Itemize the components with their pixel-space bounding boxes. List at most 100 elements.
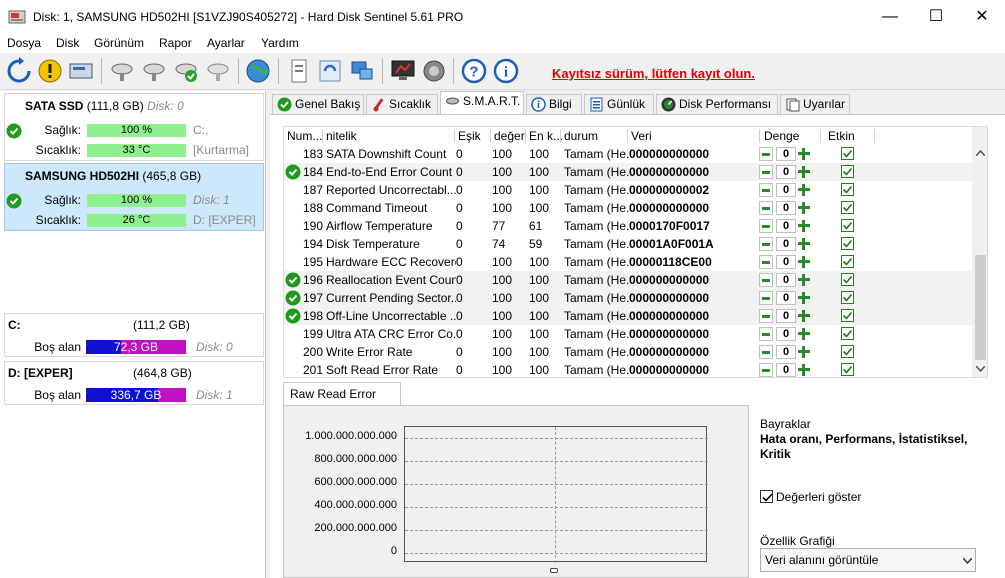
scroll-up-icon[interactable] — [976, 150, 985, 156]
tab-genel-bakis[interactable]: Genel Bakış — [272, 94, 364, 115]
globe-icon[interactable] — [244, 57, 272, 85]
report-icon[interactable] — [285, 57, 313, 85]
balance-value[interactable]: 0 — [776, 363, 796, 377]
enabled-checkbox[interactable] — [841, 147, 854, 160]
balance-value[interactable]: 0 — [776, 219, 796, 233]
scrollbar-thumb[interactable] — [975, 255, 986, 360]
col-header-attribute[interactable]: nitelik — [326, 129, 357, 143]
menu-disk[interactable]: Disk — [56, 36, 79, 50]
balance-decrease-button[interactable] — [759, 147, 773, 161]
table-row[interactable]: 184 End-to-End Error Count 0 100 100 Tamam (H… — [284, 163, 972, 181]
col-header-threshold[interactable]: Eşik — [458, 129, 481, 143]
balance-value[interactable]: 0 — [776, 237, 796, 251]
tab-disk-performansi[interactable]: Disk Performansı — [656, 94, 778, 115]
disk-ok-icon[interactable] — [172, 57, 200, 85]
table-row[interactable]: 196 Reallocation Event Count 0 100 100 Tamam … — [284, 271, 972, 289]
table-row[interactable]: 201 Soft Read Error Rate 0 100 100 Tamam (He.… — [284, 361, 972, 377]
balance-value[interactable]: 0 — [776, 327, 796, 341]
enabled-checkbox[interactable] — [841, 273, 854, 286]
help-icon[interactable]: ? — [460, 57, 488, 85]
balance-value[interactable]: 0 — [776, 147, 796, 161]
balance-value[interactable]: 0 — [776, 255, 796, 269]
col-header-status[interactable]: durum — [564, 129, 598, 143]
balance-increase-button[interactable] — [797, 345, 811, 359]
balance-increase-button[interactable] — [797, 219, 811, 233]
show-values-checkbox[interactable] — [760, 490, 773, 503]
balance-decrease-button[interactable] — [759, 219, 773, 233]
balance-increase-button[interactable] — [797, 201, 811, 215]
balance-decrease-button[interactable] — [759, 273, 773, 287]
tab-bilgi[interactable]: Bilgi — [526, 94, 582, 115]
balance-decrease-button[interactable] — [759, 255, 773, 269]
balance-increase-button[interactable] — [797, 309, 811, 323]
sound-icon[interactable] — [420, 57, 448, 85]
disk-settings-icon[interactable] — [204, 57, 232, 85]
refresh-icon[interactable] — [5, 57, 33, 85]
table-row[interactable]: 198 Off-Line Uncorrectable ... 0 100 100 Tama… — [284, 307, 972, 325]
col-header-enabled[interactable]: Etkin — [828, 129, 855, 143]
alert-icon[interactable] — [36, 57, 64, 85]
balance-decrease-button[interactable] — [759, 201, 773, 215]
table-row[interactable]: 197 Current Pending Sector... 0 100 100 Tamam… — [284, 289, 972, 307]
balance-decrease-button[interactable] — [759, 309, 773, 323]
tab-uyarilar[interactable]: Uyarılar — [780, 94, 850, 115]
info-icon[interactable]: i — [492, 57, 520, 85]
balance-value[interactable]: 0 — [776, 291, 796, 305]
balance-increase-button[interactable] — [797, 237, 811, 251]
registration-warning-link[interactable]: Kayıtsız sürüm, lütfen kayıt olun. — [552, 66, 755, 81]
balance-increase-button[interactable] — [797, 183, 811, 197]
col-header-number[interactable]: Num... — [287, 129, 322, 143]
enabled-checkbox[interactable] — [841, 327, 854, 340]
tab-gunluk[interactable]: Günlük — [584, 94, 654, 115]
balance-value[interactable]: 0 — [776, 309, 796, 323]
disk-info-icon[interactable] — [67, 57, 95, 85]
balance-decrease-button[interactable] — [759, 345, 773, 359]
balance-decrease-button[interactable] — [759, 237, 773, 251]
tab-sicaklik[interactable]: Sıcaklık — [366, 94, 438, 115]
table-row[interactable]: 199 Ultra ATA CRC Error Co... 0 100 100 Tamam… — [284, 325, 972, 343]
col-header-worst[interactable]: En k... — [529, 129, 563, 143]
sync-icon[interactable] — [316, 57, 344, 85]
menu-gorunum[interactable]: Görünüm — [94, 36, 144, 50]
close-button[interactable]: ✕ — [959, 0, 1005, 34]
balance-increase-button[interactable] — [797, 147, 811, 161]
enabled-checkbox[interactable] — [841, 255, 854, 268]
table-scrollbar[interactable] — [972, 127, 987, 377]
disk-card-1[interactable]: SAMSUNG HD502HI (465,8 GB) Sağlık: 100 %… — [4, 163, 264, 231]
enabled-checkbox[interactable] — [841, 201, 854, 214]
menu-yardim[interactable]: Yardım — [261, 36, 299, 50]
enabled-checkbox[interactable] — [841, 309, 854, 322]
enabled-checkbox[interactable] — [841, 219, 854, 232]
balance-value[interactable]: 0 — [776, 183, 796, 197]
volume-card-c[interactable]: C: (111,2 GB) Boş alan 72,3 GB Disk: 0 — [4, 313, 264, 357]
table-row[interactable]: 187 Reported Uncorrectabl... 0 100 100 Tamam … — [284, 181, 972, 199]
menu-dosya[interactable]: Dosya — [7, 36, 41, 50]
table-row[interactable]: 188 Command Timeout 0 100 100 Tamam (He... 000… — [284, 199, 972, 217]
maximize-button[interactable]: ☐ — [913, 0, 959, 34]
table-row[interactable]: 200 Write Error Rate 0 100 100 Tamam (He... 00… — [284, 343, 972, 361]
balance-increase-button[interactable] — [797, 327, 811, 341]
balance-decrease-button[interactable] — [759, 183, 773, 197]
enabled-checkbox[interactable] — [841, 165, 854, 178]
table-row[interactable]: 195 Hardware ECC Recovered 0 100 100 Tamam (H… — [284, 253, 972, 271]
volume-card-d[interactable]: D: [EXPER] (464,8 GB) Boş alan 336,7 GB … — [4, 361, 264, 405]
enabled-checkbox[interactable] — [841, 291, 854, 304]
show-values-label[interactable]: Değerleri göster — [776, 490, 861, 504]
graph-mode-select[interactable]: Veri alanını görüntüle — [760, 548, 976, 572]
disk-card-0[interactable]: SATA SSD (111,8 GB) Disk: 0 Sağlık: 100 … — [4, 93, 264, 161]
balance-value[interactable]: 0 — [776, 273, 796, 287]
balance-value[interactable]: 0 — [776, 165, 796, 179]
balance-decrease-button[interactable] — [759, 363, 773, 377]
monitor-icon[interactable] — [389, 57, 417, 85]
enabled-checkbox[interactable] — [841, 363, 854, 376]
col-header-value[interactable]: değer — [494, 129, 525, 143]
tab-smart[interactable]: S.M.A.R.T. — [440, 91, 524, 115]
enabled-checkbox[interactable] — [841, 237, 854, 250]
disk-test-icon[interactable] — [108, 57, 136, 85]
scroll-down-icon[interactable] — [976, 366, 985, 372]
menu-rapor[interactable]: Rapor — [159, 36, 192, 50]
table-row[interactable]: 194 Disk Temperature 0 74 59 Tamam (He... 0000… — [284, 235, 972, 253]
balance-increase-button[interactable] — [797, 363, 811, 377]
table-row[interactable]: 190 Airflow Temperature 0 77 61 Tamam (He... 0… — [284, 217, 972, 235]
col-header-balance[interactable]: Denge — [764, 129, 799, 143]
